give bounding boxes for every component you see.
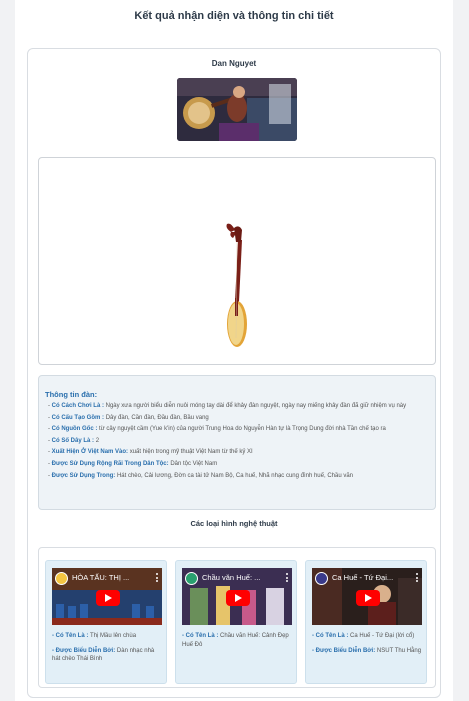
info-item: Xuất Hiện Ở Việt Nam Vào: xuất hiện tron… [45,448,429,456]
info-item: Có Nguồn Gốc : từ cây nguyệt cầm (Yue k'… [45,425,429,433]
more-vert-icon[interactable] [156,573,159,583]
info-value: Ngày xưa người biểu diễn nuôi móng tay d… [105,403,407,409]
instrument-name: Dan Nguyet [211,59,257,68]
performance-info: - Có Tên Là : Chầu văn Huế: Cảnh Đẹp Huế… [182,633,289,648]
info-item: Được Sử Dụng Rộng Rãi Trong Dân Tộc: Dân… [45,460,429,468]
name-key: Có Tên Là [185,633,215,639]
performer-key: Được Biểu Diễn Bởi [315,647,374,654]
info-value: xuất hiện trong mỹ thuật Việt Nam từ thế… [129,449,253,456]
info-item: Được Sử Dụng Trong: Hát chèo, Cải lương,… [45,472,429,480]
info-key: Có Nguồn Gốc [51,426,94,433]
play-icon[interactable] [96,590,120,606]
info-value: Dân tộc Việt Nam [170,460,218,467]
channel-avatar[interactable] [315,572,328,585]
instrument-model [226,223,247,347]
name-key: Có Tên Là [315,633,345,639]
performances-panel: HÒA TẤU: THỊ ... - Có Tên Là : Thị Mầu l… [38,547,436,688]
info-key: Được Sử Dụng Rộng Rãi Trong Dân Tộc [51,460,167,467]
info-key: Có Số Dây Là [51,437,91,444]
performance-name: Thị Mầu lên chùa [90,633,137,639]
video-embed[interactable]: HÒA TẤU: THỊ ... [52,568,162,625]
info-key: Được Sử Dụng Trong [51,472,114,479]
channel-avatar[interactable] [55,572,68,585]
video-embed[interactable]: Chầu văn Huế: ... [182,568,292,625]
info-value: Dây đàn, Cần đàn, Đầu đàn, Bầu vang [105,414,209,421]
video-title[interactable]: Ca Huế - Tứ Đại... [332,573,418,582]
performance-performer: NSUT Thu Hằng [376,647,422,654]
info-value: 2 [95,437,100,444]
video-title[interactable]: HÒA TẤU: THỊ ... [72,573,158,582]
page-title: Kết quả nhận diện và thông tin chi tiết [134,10,334,22]
info-value: Hát chèo, Cải lương, Đờn ca tài tử Nam B… [116,472,354,479]
video-title[interactable]: Chầu văn Huế: ... [202,573,288,582]
info-key: Xuất Hiện Ở Việt Nam Vào [51,449,127,456]
page: Kết quả nhận diện và thông tin chi tiết … [15,0,453,701]
info-item: Có Số Dây Là : 2 [45,437,429,445]
performer-key: Được Biểu Diễn Bởi [55,647,114,654]
play-icon[interactable] [356,590,380,606]
model-viewer[interactable] [38,157,436,365]
performance-info: - Có Tên Là : Ca Huế - Tứ Đại (lời cổ) -… [312,633,422,654]
instrument-photo [177,78,297,141]
info-title: Thông tin đàn: [45,390,98,399]
performances-title: Các loại hình nghệ thuật [190,519,278,528]
performance-card: HÒA TẤU: THỊ ... - Có Tên Là : Thị Mầu l… [45,560,167,684]
instrument-info-panel: Thông tin đàn: Có Cách Chơi Là : Ngày xư… [38,375,436,510]
info-item: Có Cấu Tạo Gồm : Dây đàn, Cần đàn, Đầu đ… [45,414,429,422]
info-item: Có Cách Chơi Là : Ngày xưa người biểu di… [45,402,429,410]
performance-name: Ca Huế - Tứ Đại (lời cổ) [350,633,415,639]
name-key: Có Tên Là [55,633,85,639]
channel-avatar[interactable] [185,572,198,585]
info-value: từ cây nguyệt cầm (Yue k'in) của người T… [99,426,386,433]
video-embed[interactable]: Ca Huế - Tứ Đại... [312,568,422,625]
info-list: Có Cách Chơi Là : Ngày xưa người biểu di… [45,402,429,480]
info-key: Có Cách Chơi Là [51,403,101,409]
more-vert-icon[interactable] [416,573,419,583]
play-icon[interactable] [226,590,250,606]
performance-info: - Có Tên Là : Thị Mầu lên chùa - Được Bi… [52,633,155,662]
more-vert-icon[interactable] [286,573,289,583]
result-card: Dan Nguyet Thông tin đàn: - Có Cách Chơi… [27,48,441,698]
info-key: Có Cấu Tạo Gồm [51,414,101,421]
performance-card: Ca Huế - Tứ Đại... - Có Tên Là : Ca Huế … [305,560,427,684]
performance-card: Chầu văn Huế: ... - Có Tên Là : Chầu văn… [175,560,297,684]
